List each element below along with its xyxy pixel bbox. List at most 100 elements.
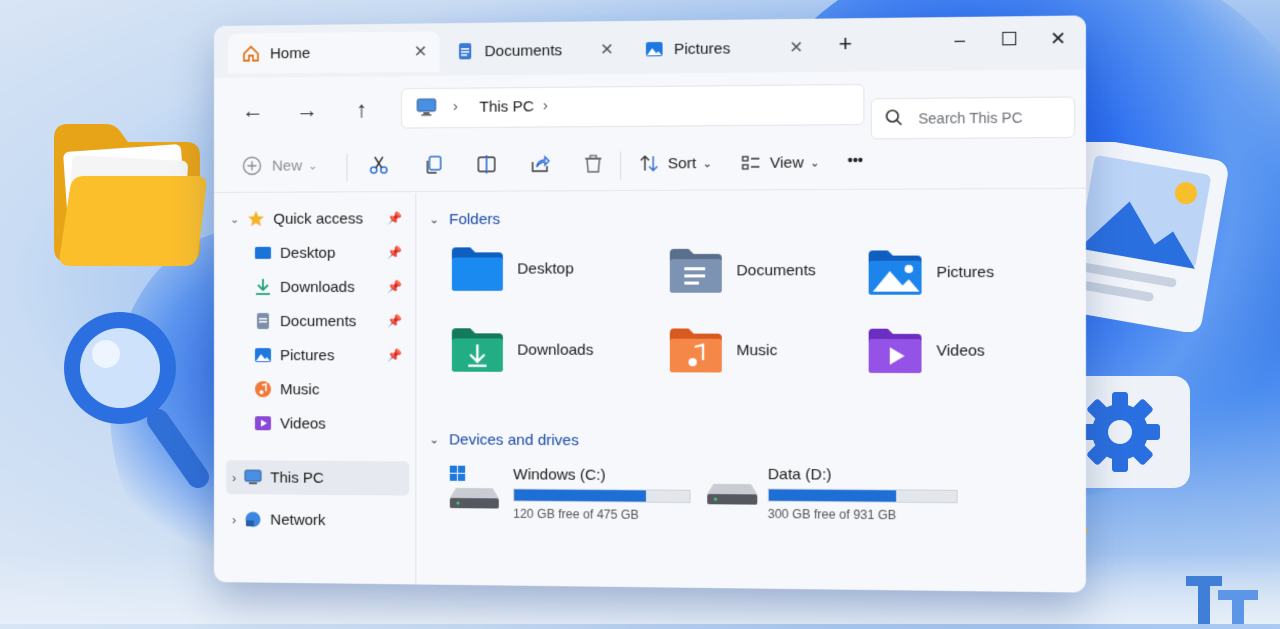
drives-section-header[interactable]: ⌄ Devices and drives [429,431,578,449]
folder-icon [668,326,724,373]
sort-button[interactable]: Sort ⌄ [639,153,712,174]
picture-icon [254,346,272,364]
share-icon [530,154,551,174]
tab-pictures[interactable]: Pictures ✕ [630,27,816,70]
magnifier-3d-icon [58,302,213,492]
sidebar-item-quick-access[interactable]: ⌄ Quick access 📌 [214,201,410,236]
network-icon [244,510,262,528]
maximize-button[interactable]: ☐ [990,29,1028,51]
tab-label: Home [270,44,310,61]
command-bar: New ⌄ Sort ⌄ View ⌄ ••• [214,138,1086,193]
drive-usage-fill [514,489,645,501]
close-tab-icon[interactable]: ✕ [414,42,428,62]
sidebar-item-network[interactable]: › Network [214,502,410,538]
star-icon [247,210,265,228]
close-tab-icon[interactable]: ✕ [600,39,614,59]
sidebar-item-this-pc[interactable]: › This PC [226,460,409,496]
copy-icon [423,155,443,175]
sort-label: Sort [668,154,697,172]
plus-circle-icon [242,156,262,176]
address-bar[interactable]: › This PC › [401,84,864,129]
windows-drive-icon [450,466,501,516]
view-button[interactable]: View ⌄ [741,152,820,173]
delete-button[interactable] [583,153,604,173]
folder-videos[interactable]: Videos [867,327,985,375]
chevron-right-icon[interactable]: › [543,97,548,114]
sort-icon [639,153,660,174]
hard-drive-icon [707,469,759,515]
view-label: View [770,154,804,172]
folder-pictures[interactable]: Pictures [867,248,995,296]
sidebar-item-music[interactable]: Music [214,372,410,407]
computer-icon [244,468,262,486]
forward-arrow-icon[interactable]: → [292,97,322,123]
folder-downloads[interactable]: Downloads [450,326,594,373]
sidebar-item-label: Documents [280,313,356,330]
sidebar-item-label: This PC [270,469,324,486]
new-label: New [272,157,302,174]
folder-3d-icon [48,118,208,273]
sidebar-item-desktop[interactable]: Desktop 📌 [214,235,410,270]
drive-c[interactable]: Windows (C:) 120 GB free of 475 GB [450,462,697,525]
close-tab-icon[interactable]: ✕ [789,37,803,58]
folders-section-header[interactable]: ⌄ Folders [429,211,500,228]
search-box[interactable]: Search This PC [871,96,1075,139]
breadcrumb-this-pc[interactable]: This PC [479,98,534,116]
chevron-down-icon: ⌄ [308,159,317,172]
up-arrow-icon[interactable]: ↑ [346,97,376,123]
folder-label: Desktop [517,260,573,277]
chevron-right-icon: › [232,470,236,485]
sidebar-item-label: Network [270,511,325,529]
folder-music[interactable]: Music [668,326,778,373]
copy-button[interactable] [423,155,443,175]
minimize-button[interactable]: – [941,29,979,51]
sidebar-item-videos[interactable]: Videos [214,406,410,441]
folder-desktop[interactable]: Desktop [450,245,574,292]
pin-icon: 📌 [387,348,402,362]
sidebar-item-label: Pictures [280,347,334,364]
chevron-down-icon: ⌄ [429,433,438,446]
sidebar-item-pictures[interactable]: Pictures 📌 [214,338,410,373]
folder-label: Videos [936,342,984,360]
close-window-button[interactable]: ✕ [1039,28,1078,50]
file-explorer-window: Home ✕ Documents ✕ Pictures ✕ + – ☐ ✕ ← … [214,15,1086,592]
sidebar-item-downloads[interactable]: Downloads 📌 [214,270,410,304]
navigation-bar: ← → ↑ › This PC › Search This PC [214,69,1086,138]
sidebar-item-label: Quick access [273,210,363,227]
download-icon [254,278,272,296]
share-button[interactable] [530,154,551,174]
more-options-button[interactable]: ••• [848,152,864,169]
tab-documents[interactable]: Documents ✕ [442,29,627,72]
new-tab-button[interactable]: + [827,30,865,57]
folder-icon [867,327,924,374]
pin-icon: 📌 [387,211,402,225]
sidebar-item-label: Downloads [280,278,355,295]
trash-icon [583,153,604,173]
search-placeholder: Search This PC [918,109,1022,126]
new-button[interactable]: New ⌄ [242,155,317,176]
chevron-right-icon: › [232,512,236,527]
tab-home[interactable]: Home ✕ [228,31,440,74]
drive-usage-fill [769,489,896,501]
drive-free-space: 300 GB free of 931 GB [768,507,896,523]
scissors-icon [369,155,389,175]
document-icon [456,42,474,60]
drive-d[interactable]: Data (D:) 300 GB free of 931 GB [707,461,960,525]
rename-button[interactable] [476,154,496,174]
folder-documents[interactable]: Documents [668,247,816,294]
sidebar-item-label: Videos [280,415,326,432]
section-title: Folders [449,211,500,228]
folder-label: Downloads [517,341,593,358]
tab-label: Pictures [674,40,730,58]
picture-icon [645,40,664,59]
home-icon [242,44,260,62]
cut-button[interactable] [369,155,389,175]
sidebar-item-documents[interactable]: Documents 📌 [214,304,410,338]
folder-icon [867,248,924,295]
chevron-down-icon: ⌄ [230,212,239,225]
drive-label: Windows (C:) [513,466,606,484]
tab-label: Documents [485,42,563,60]
navigation-pane: ⌄ Quick access 📌 Desktop 📌 Downloads 📌 D… [214,193,416,584]
back-arrow-icon[interactable]: ← [238,98,268,124]
divider [620,151,621,180]
